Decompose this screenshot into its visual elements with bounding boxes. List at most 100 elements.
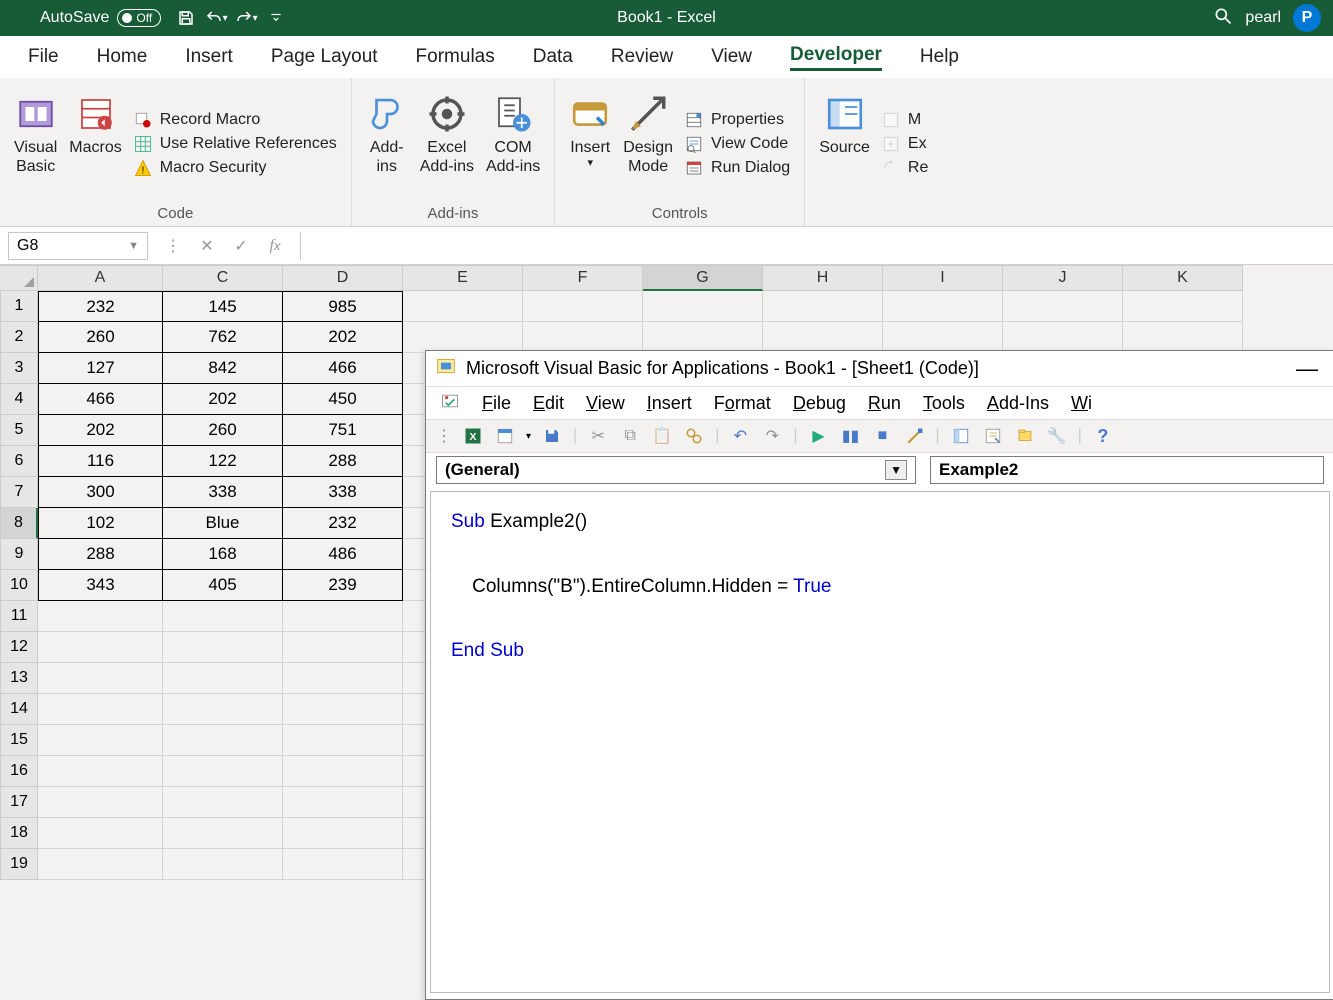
cell[interactable] xyxy=(1003,322,1123,353)
cell[interactable] xyxy=(523,291,643,322)
tb-browser-icon[interactable] xyxy=(1014,425,1036,447)
cell[interactable] xyxy=(163,849,283,880)
row-header[interactable]: 3 xyxy=(0,353,38,384)
cell[interactable]: 232 xyxy=(283,508,403,539)
tb-toolbox-icon[interactable]: 🔧 xyxy=(1046,425,1068,447)
search-icon[interactable] xyxy=(1213,6,1233,31)
cell[interactable] xyxy=(38,818,163,849)
col-header-J[interactable]: J xyxy=(1003,265,1123,291)
row-header[interactable]: 2 xyxy=(0,322,38,353)
redo-icon[interactable]: ▾ xyxy=(231,0,261,36)
row-header[interactable]: 14 xyxy=(0,694,38,725)
col-header-C[interactable]: C xyxy=(163,265,283,291)
cell[interactable]: 450 xyxy=(283,384,403,415)
com-addins-button[interactable]: COM Add-ins xyxy=(486,86,540,176)
cell[interactable] xyxy=(38,756,163,787)
tab-view[interactable]: View xyxy=(711,46,752,68)
row-header[interactable]: 5 xyxy=(0,415,38,446)
cell[interactable]: 343 xyxy=(38,570,163,601)
vba-object-dropdown[interactable]: (General)▼ xyxy=(436,456,916,484)
macro-security-button[interactable]: !Macro Security xyxy=(134,159,337,177)
tab-review[interactable]: Review xyxy=(611,46,673,68)
cell[interactable]: 762 xyxy=(163,322,283,353)
tb-design-icon[interactable] xyxy=(904,425,926,447)
cell[interactable]: 122 xyxy=(163,446,283,477)
tab-page-layout[interactable]: Page Layout xyxy=(271,46,378,68)
cell[interactable]: 145 xyxy=(163,291,283,322)
row-header[interactable]: 7 xyxy=(0,477,38,508)
row-header[interactable]: 10 xyxy=(0,570,38,601)
row-header[interactable]: 9 xyxy=(0,539,38,570)
col-header-H[interactable]: H xyxy=(763,265,883,291)
cell[interactable] xyxy=(283,663,403,694)
row-header[interactable]: 18 xyxy=(0,818,38,849)
tb-run-icon[interactable]: ▶ xyxy=(808,425,830,447)
cell[interactable]: 288 xyxy=(283,446,403,477)
row-header[interactable]: 17 xyxy=(0,787,38,818)
cell[interactable] xyxy=(1123,322,1243,353)
cell[interactable] xyxy=(1003,291,1123,322)
cell[interactable]: 466 xyxy=(283,353,403,384)
tb-stop-icon[interactable]: ■ xyxy=(872,425,894,447)
tb-excel-icon[interactable]: X xyxy=(462,425,484,447)
cell[interactable] xyxy=(643,322,763,353)
cell[interactable]: 116 xyxy=(38,446,163,477)
vba-menu-tools[interactable]: Tools xyxy=(923,393,965,414)
row-header[interactable]: 8 xyxy=(0,508,38,539)
vba-control-icon[interactable] xyxy=(440,391,460,416)
tb-paste-icon[interactable]: 📋 xyxy=(651,425,673,447)
tab-data[interactable]: Data xyxy=(533,46,573,68)
tb-undo-icon[interactable]: ↶ xyxy=(729,425,751,447)
tab-help[interactable]: Help xyxy=(920,46,959,68)
tab-home[interactable]: Home xyxy=(97,46,148,68)
cell[interactable] xyxy=(763,322,883,353)
cell[interactable]: 288 xyxy=(38,539,163,570)
tb-redo-icon[interactable]: ↷ xyxy=(761,425,783,447)
enter-icon[interactable]: ✓ xyxy=(224,227,258,265)
vba-menu-window[interactable]: Wi xyxy=(1071,393,1092,414)
cell[interactable] xyxy=(283,725,403,756)
tab-insert[interactable]: Insert xyxy=(185,46,233,68)
cell[interactable] xyxy=(883,322,1003,353)
row-header[interactable]: 15 xyxy=(0,725,38,756)
record-macro-button[interactable]: Record Macro xyxy=(134,111,337,129)
tb-project-icon[interactable] xyxy=(950,425,972,447)
cell[interactable]: Blue xyxy=(163,508,283,539)
name-box[interactable]: G8 ▼ xyxy=(8,232,148,260)
cell[interactable] xyxy=(163,663,283,694)
vba-menu-file[interactable]: File xyxy=(482,393,511,414)
col-header-D[interactable]: D xyxy=(283,265,403,291)
chevron-down-icon[interactable]: ▼ xyxy=(128,240,139,252)
vba-code-editor[interactable]: Sub Example2() Columns("B").EntireColumn… xyxy=(430,491,1330,993)
col-header-I[interactable]: I xyxy=(883,265,1003,291)
design-mode-button[interactable]: Design Mode xyxy=(623,86,673,176)
visual-basic-button[interactable]: Visual Basic xyxy=(14,86,57,176)
tab-file[interactable]: File xyxy=(28,46,59,68)
cell[interactable] xyxy=(283,787,403,818)
vba-proc-dropdown[interactable]: Example2 xyxy=(930,456,1324,484)
vba-menu-view[interactable]: View xyxy=(586,393,625,414)
cell[interactable] xyxy=(38,787,163,818)
row-header[interactable]: 12 xyxy=(0,632,38,663)
cell[interactable] xyxy=(163,787,283,818)
col-header-K[interactable]: K xyxy=(1123,265,1243,291)
properties-button[interactable]: Properties xyxy=(685,111,790,129)
cell[interactable] xyxy=(38,849,163,880)
cell[interactable] xyxy=(163,725,283,756)
cell[interactable]: 202 xyxy=(38,415,163,446)
cell[interactable] xyxy=(643,291,763,322)
cell[interactable] xyxy=(283,849,403,880)
save-icon[interactable] xyxy=(171,0,201,36)
col-header-A[interactable]: A xyxy=(38,265,163,291)
vba-menu-format[interactable]: Format xyxy=(714,393,771,414)
cell[interactable] xyxy=(163,632,283,663)
cell[interactable]: 260 xyxy=(163,415,283,446)
cell[interactable]: 751 xyxy=(283,415,403,446)
undo-icon[interactable]: ▾ xyxy=(201,0,231,36)
tb-save-icon[interactable] xyxy=(541,425,563,447)
vba-menu-run[interactable]: Run xyxy=(868,393,901,414)
row-header[interactable]: 6 xyxy=(0,446,38,477)
cell[interactable] xyxy=(1123,291,1243,322)
cell[interactable] xyxy=(283,818,403,849)
col-header-E[interactable]: E xyxy=(403,265,523,291)
